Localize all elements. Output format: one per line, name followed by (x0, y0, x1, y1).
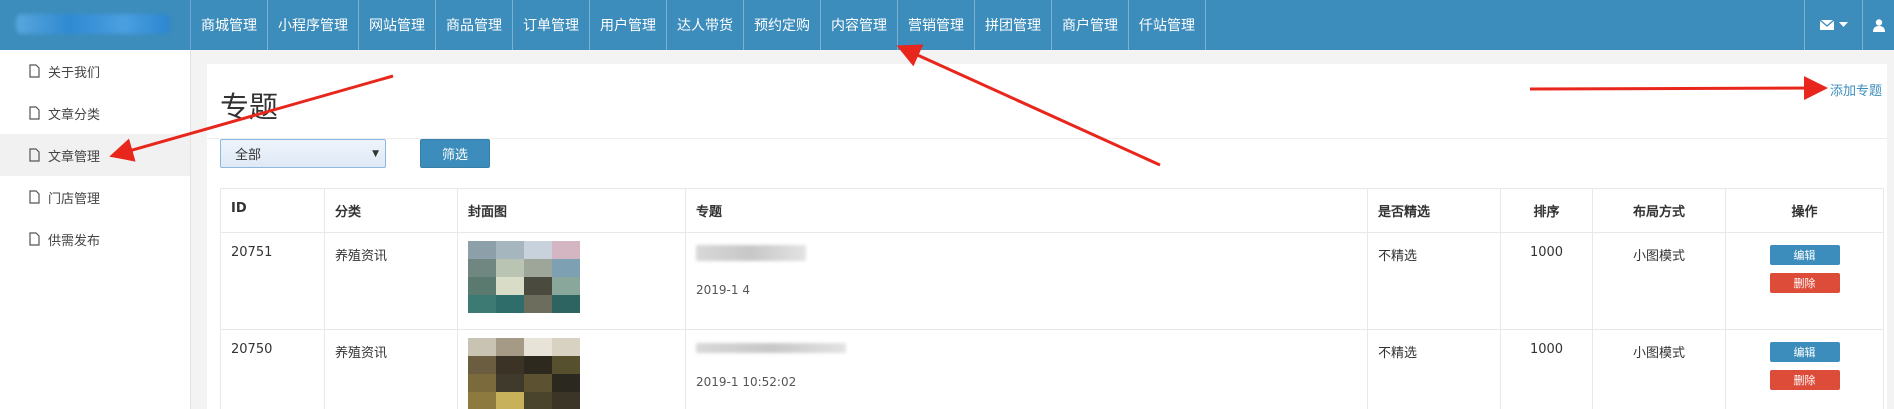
sidebar-item-label: 门店管理 (48, 191, 101, 207)
header-id: ID (220, 188, 325, 233)
nav-item-groupbuy[interactable]: 拼团管理 (975, 0, 1052, 50)
add-topic-link[interactable]: 添加专题 (1830, 80, 1882, 99)
mail-dropdown[interactable] (1804, 0, 1862, 50)
cell-featured: 不精选 (1367, 329, 1501, 409)
cover-image[interactable] (468, 241, 580, 313)
cell-category: 养殖资讯 (324, 232, 458, 330)
file-icon (29, 148, 40, 162)
file-icon (29, 106, 40, 120)
header-category: 分类 (324, 188, 458, 233)
header-topic: 专题 (685, 188, 1368, 233)
file-icon (29, 190, 40, 204)
delete-button[interactable]: 删除 (1769, 370, 1840, 390)
table-row: 20751 养殖资讯 2019-1 4 不精选 1000 小图模式 编辑 删除 (220, 232, 1884, 330)
nav-item-website[interactable]: 网站管理 (359, 0, 436, 50)
cell-topic: 2019-1 10:52:02 (685, 329, 1368, 409)
logo[interactable] (0, 0, 191, 50)
file-icon (29, 232, 40, 246)
table-header-row: ID 分类 封面图 专题 是否精选 排序 布局方式 操作 (220, 188, 1884, 233)
edit-button[interactable]: 编辑 (1769, 342, 1840, 362)
sidebar-item-article-manage[interactable]: 文章管理 (0, 134, 190, 176)
header-cover: 封面图 (457, 188, 686, 233)
logo-redacted (16, 14, 170, 34)
sidebar-item-label: 供需发布 (48, 233, 101, 249)
cell-order: 1000 (1500, 232, 1593, 330)
cell-topic: 2019-1 4 (685, 232, 1368, 330)
sidebar-item-article-category[interactable]: 文章分类 (0, 92, 190, 134)
nav-item-content[interactable]: 内容管理 (821, 0, 898, 50)
cell-actions: 编辑 删除 (1725, 232, 1884, 330)
cell-id: 20750 (220, 329, 325, 409)
nav-item-marketing[interactable]: 营销管理 (898, 0, 975, 50)
content-panel: 专题 添加专题 全部 ▼ 筛选 ID 分类 封面图 专题 是否精选 排序 布局方… (207, 64, 1887, 409)
cell-cover (457, 232, 686, 330)
nav-item-users[interactable]: 用户管理 (590, 0, 667, 50)
sidebar-item-label: 关于我们 (48, 65, 101, 81)
caret-down-icon: ▼ (372, 149, 379, 159)
category-select[interactable]: 全部 ▼ (220, 139, 386, 168)
cell-actions: 编辑 删除 (1725, 329, 1884, 409)
user-icon (1872, 18, 1885, 32)
nav-item-sites[interactable]: 仟站管理 (1129, 0, 1206, 50)
nav-item-products[interactable]: 商品管理 (436, 0, 513, 50)
header-order: 排序 (1500, 188, 1593, 233)
nav-item-mall[interactable]: 商城管理 (191, 0, 268, 50)
nav-item-orders[interactable]: 订单管理 (513, 0, 590, 50)
sidebar-item-label: 文章管理 (48, 149, 101, 165)
main-nav: 商城管理 小程序管理 网站管理 商品管理 订单管理 用户管理 达人带货 预约定购… (191, 0, 1206, 50)
file-icon (29, 64, 40, 78)
topic-time: 2019-1 10:52:02 (696, 375, 797, 389)
nav-item-booking[interactable]: 预约定购 (744, 0, 821, 50)
cell-order: 1000 (1500, 329, 1593, 409)
topic-time: 2019-1 4 (696, 283, 750, 297)
sidebar: 关于我们 文章分类 文章管理 门店管理 供需发布 (0, 50, 191, 409)
nav-item-miniprogram[interactable]: 小程序管理 (268, 0, 359, 50)
cell-id: 20751 (220, 232, 325, 330)
category-select-value: 全部 (235, 148, 262, 163)
sidebar-item-label: 文章分类 (48, 107, 101, 123)
filter-button[interactable]: 筛选 (420, 139, 490, 168)
topic-title-redacted (696, 342, 1357, 357)
sidebar-item-about[interactable]: 关于我们 (0, 50, 190, 92)
header-layout: 布局方式 (1592, 188, 1726, 233)
page-title: 专题 (220, 90, 279, 124)
nav-item-influencer[interactable]: 达人带货 (667, 0, 744, 50)
cell-category: 养殖资讯 (324, 329, 458, 409)
edit-button[interactable]: 编辑 (1769, 245, 1840, 265)
sidebar-item-supply-demand[interactable]: 供需发布 (0, 218, 190, 260)
envelope-icon (1819, 20, 1834, 30)
nav-item-merchants[interactable]: 商户管理 (1052, 0, 1129, 50)
caret-down-icon (1838, 22, 1848, 27)
header-actions: 操作 (1725, 188, 1884, 233)
topic-title-redacted (696, 245, 1357, 265)
cover-image[interactable] (468, 338, 580, 409)
table-row: 20750 养殖资讯 2019-1 10:52:02 不精选 1000 小图模式… (220, 329, 1884, 409)
sidebar-item-stores[interactable]: 门店管理 (0, 176, 190, 218)
topics-table: ID 分类 封面图 专题 是否精选 排序 布局方式 操作 20751 养殖资讯 (220, 188, 1884, 409)
cell-layout: 小图模式 (1592, 329, 1726, 409)
user-menu[interactable] (1862, 0, 1894, 50)
top-navbar: 商城管理 小程序管理 网站管理 商品管理 订单管理 用户管理 达人带货 预约定购… (0, 0, 1894, 50)
header-featured: 是否精选 (1367, 188, 1501, 233)
cell-cover (457, 329, 686, 409)
cell-featured: 不精选 (1367, 232, 1501, 330)
delete-button[interactable]: 删除 (1769, 273, 1840, 293)
cell-layout: 小图模式 (1592, 232, 1726, 330)
